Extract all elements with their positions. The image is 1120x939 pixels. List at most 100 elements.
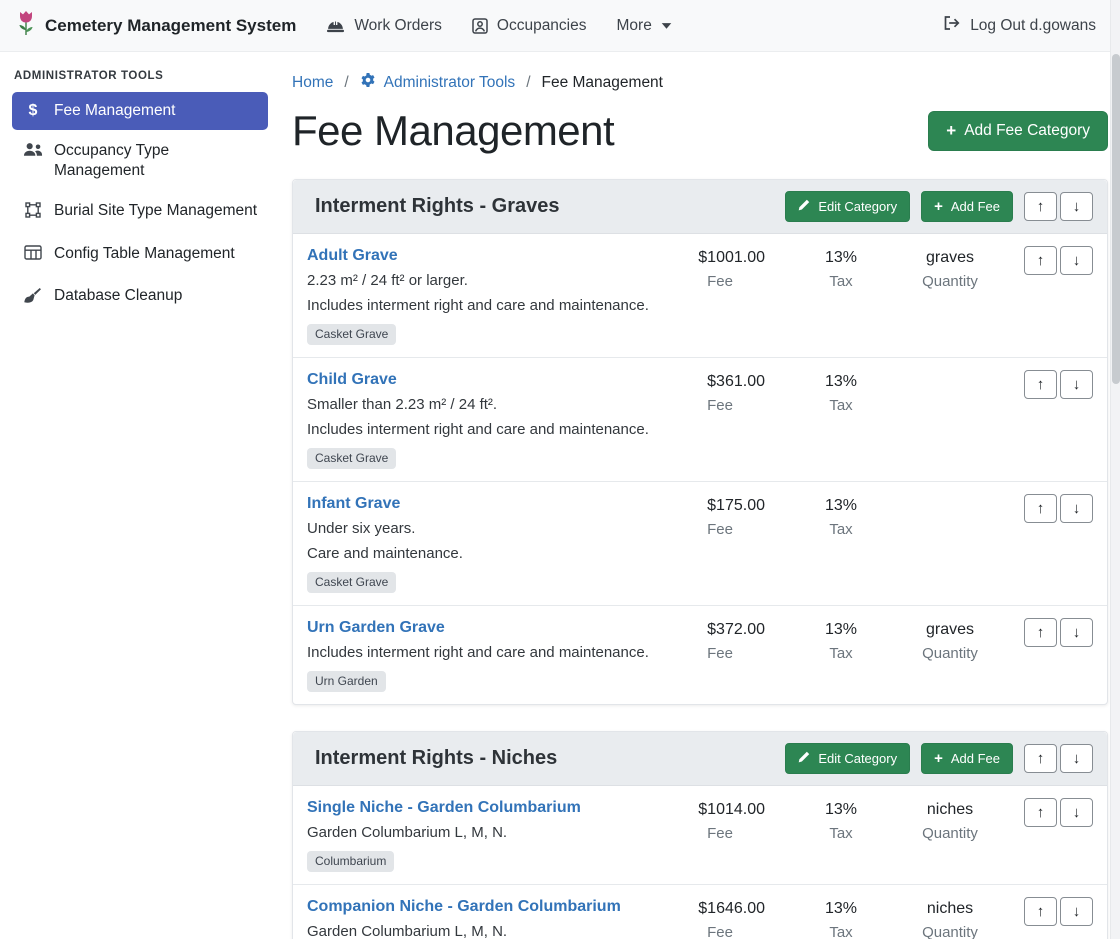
top-navbar: Cemetery Management System Work Orders	[0, 0, 1120, 52]
plus-icon: +	[946, 124, 956, 138]
fee-row: Child Grave Smaller than 2.23 m² / 24 ft…	[293, 357, 1107, 481]
fee-row: Adult Grave 2.23 m² / 24 ft² or larger. …	[293, 234, 1107, 357]
fee-description: Garden Columbarium L, M, N.	[307, 922, 667, 939]
fee-amount-label: Fee	[675, 645, 765, 662]
page-title: Fee Management	[292, 107, 614, 155]
vector-square-icon	[22, 202, 44, 224]
fee-amount: $1646.00	[675, 898, 765, 920]
move-fee-up-button[interactable]: ↑	[1024, 798, 1057, 827]
fee-description: Includes interment right and care and ma…	[307, 643, 667, 663]
fee-amount-label: Fee	[675, 273, 765, 290]
fee-amount-label: Fee	[675, 397, 765, 414]
arrow-down-icon: ↓	[1073, 750, 1081, 767]
tax-rate: 13%	[806, 495, 876, 517]
edit-category-button[interactable]: Edit Category	[785, 191, 910, 222]
add-fee-button[interactable]: + Add Fee	[921, 743, 1013, 774]
tax-cell: 13% Tax	[806, 246, 876, 290]
fee-type-badge: Columbarium	[307, 851, 394, 872]
move-fee-up-button[interactable]: ↑	[1024, 246, 1057, 275]
dollar-icon: $	[22, 102, 44, 120]
sidebar-item-occupancy-type-management[interactable]: Occupancy Type Management	[12, 132, 268, 190]
move-category-down-button[interactable]: ↓	[1060, 744, 1093, 773]
sidebar-item-config-table-management[interactable]: Config Table Management	[12, 235, 268, 275]
add-fee-button[interactable]: + Add Fee	[921, 191, 1013, 222]
fee-type-badge: Urn Garden	[307, 671, 386, 692]
chevron-down-icon	[661, 22, 672, 30]
fee-amount-cell: $1646.00 Fee	[675, 897, 765, 939]
sidebar-item-database-cleanup[interactable]: Database Cleanup	[12, 277, 268, 318]
fee-amount-cell: $1001.00 Fee	[675, 246, 765, 290]
scrollbar-thumb[interactable]	[1112, 54, 1120, 384]
quantity-label: Quantity	[890, 645, 1010, 662]
add-fee-category-label: Add Fee Category	[964, 122, 1090, 140]
move-fee-down-button[interactable]: ↓	[1060, 798, 1093, 827]
move-fee-down-button[interactable]: ↓	[1060, 370, 1093, 399]
tax-cell: 13% Tax	[806, 618, 876, 662]
fee-name-link[interactable]: Companion Niche - Garden Columbarium	[307, 898, 621, 916]
edit-category-button[interactable]: Edit Category	[785, 743, 910, 774]
add-fee-label: Add Fee	[951, 199, 1000, 214]
quantity-cell	[890, 370, 1010, 371]
breadcrumb-admin-link[interactable]: Administrator Tools	[360, 72, 516, 93]
move-fee-up-button[interactable]: ↑	[1024, 370, 1057, 399]
quantity-unit: graves	[890, 247, 1010, 269]
fee-description: Care and maintenance.	[307, 544, 667, 564]
fee-amount: $1001.00	[675, 247, 765, 269]
nav-label: More	[617, 17, 652, 35]
sidebar-item-label: Occupancy Type Management	[54, 141, 258, 181]
move-fee-down-button[interactable]: ↓	[1060, 897, 1093, 926]
move-fee-up-button[interactable]: ↑	[1024, 897, 1057, 926]
fee-name-link[interactable]: Single Niche - Garden Columbarium	[307, 799, 581, 817]
scrollbar[interactable]	[1110, 0, 1120, 939]
plus-icon: +	[934, 752, 943, 766]
move-category-down-button[interactable]: ↓	[1060, 192, 1093, 221]
sidebar-item-burial-site-type-management[interactable]: Burial Site Type Management	[12, 192, 268, 233]
main-content: Home / Administrator Tools / Fee Managem…	[280, 52, 1120, 939]
fee-row: Urn Garden Grave Includes interment righ…	[293, 605, 1107, 704]
tax-label: Tax	[806, 645, 876, 662]
move-fee-down-button[interactable]: ↓	[1060, 246, 1093, 275]
logout-link[interactable]: Log Out d.gowans	[943, 15, 1096, 36]
tax-label: Tax	[806, 924, 876, 939]
users-icon	[22, 142, 44, 163]
move-fee-down-button[interactable]: ↓	[1060, 494, 1093, 523]
app-brand: Cemetery Management System	[16, 10, 296, 41]
arrow-down-icon: ↓	[1073, 198, 1081, 215]
table-icon	[22, 245, 44, 266]
breadcrumb-home-link[interactable]: Home	[292, 74, 333, 92]
move-category-up-button[interactable]: ↑	[1024, 744, 1057, 773]
tax-label: Tax	[806, 825, 876, 842]
quantity-unit: graves	[890, 619, 1010, 641]
fee-name-link[interactable]: Infant Grave	[307, 495, 400, 513]
fee-amount-cell: $1014.00 Fee	[675, 798, 765, 842]
hard-hat-icon	[326, 18, 345, 34]
arrow-down-icon: ↓	[1073, 500, 1081, 517]
move-fee-down-button[interactable]: ↓	[1060, 618, 1093, 647]
tax-label: Tax	[806, 273, 876, 290]
fee-name-link[interactable]: Adult Grave	[307, 247, 398, 265]
nav-item-occupancies[interactable]: Occupancies	[472, 17, 587, 35]
occupant-portrait-icon	[472, 18, 488, 34]
tax-rate: 13%	[806, 371, 876, 393]
move-category-up-button[interactable]: ↑	[1024, 192, 1057, 221]
breadcrumb-admin-label: Administrator Tools	[384, 74, 516, 92]
add-fee-label: Add Fee	[951, 751, 1000, 766]
quantity-unit: niches	[890, 898, 1010, 920]
fee-name-link[interactable]: Child Grave	[307, 371, 397, 389]
pencil-icon	[798, 751, 810, 766]
tulip-logo-icon	[16, 10, 36, 41]
move-fee-up-button[interactable]: ↑	[1024, 494, 1057, 523]
edit-category-label: Edit Category	[818, 199, 897, 214]
main-nav: Work Orders Occupancies More	[326, 17, 672, 35]
fee-name-link[interactable]: Urn Garden Grave	[307, 619, 445, 637]
fee-description: Garden Columbarium L, M, N.	[307, 823, 667, 843]
sidebar-item-fee-management[interactable]: $ Fee Management	[12, 92, 268, 130]
move-fee-up-button[interactable]: ↑	[1024, 618, 1057, 647]
nav-item-more[interactable]: More	[617, 17, 672, 35]
add-fee-category-button[interactable]: + Add Fee Category	[928, 111, 1108, 151]
nav-item-work-orders[interactable]: Work Orders	[326, 17, 442, 35]
quantity-label: Quantity	[890, 825, 1010, 842]
tax-rate: 13%	[806, 247, 876, 269]
arrow-up-icon: ↑	[1037, 376, 1045, 393]
tax-cell: 13% Tax	[806, 370, 876, 414]
